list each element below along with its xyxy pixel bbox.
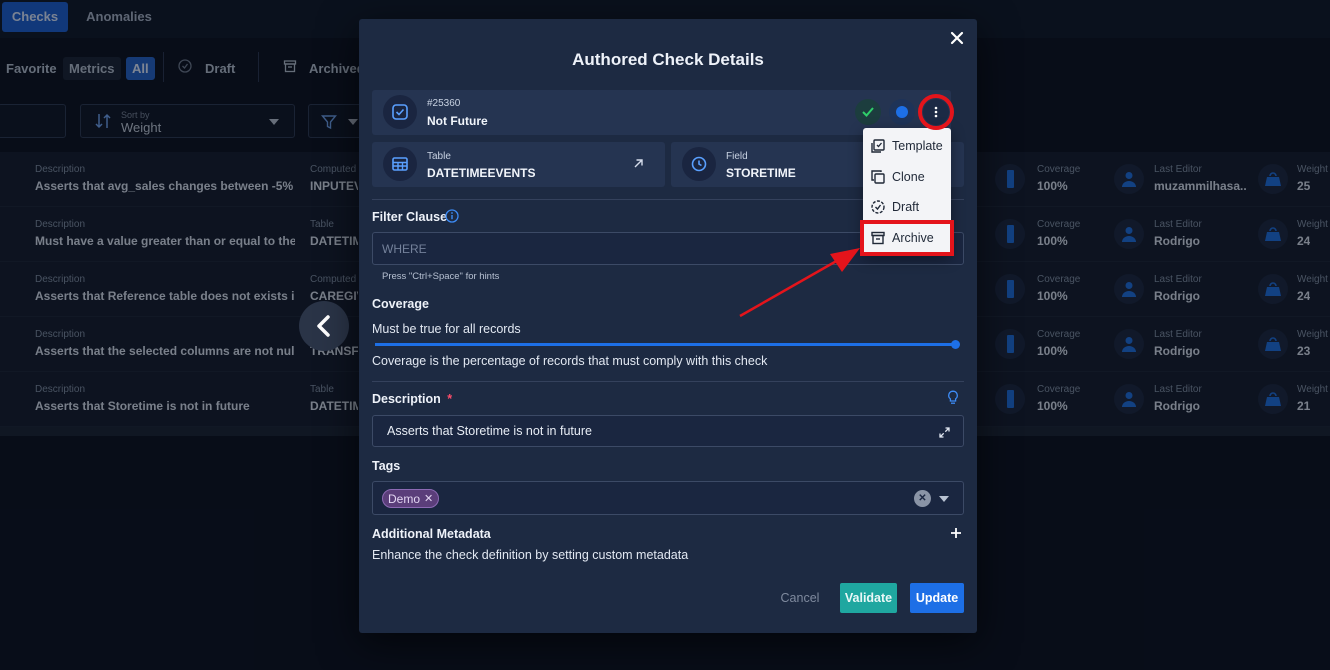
open-link-icon[interactable] <box>633 158 644 169</box>
divider <box>372 381 964 382</box>
metadata-description: Enhance the check definition by setting … <box>372 548 689 562</box>
description-input[interactable]: Asserts that Storetime is not in future <box>372 415 964 447</box>
cancel-button[interactable]: Cancel <box>774 583 826 613</box>
chevron-left-icon <box>317 315 330 337</box>
menu-item-draft[interactable]: Draft <box>863 192 951 222</box>
tags-select[interactable]: Demo ✕ ✕ <box>372 481 964 515</box>
archive-icon <box>871 231 885 245</box>
add-icon[interactable] <box>951 528 961 538</box>
required-mark: * <box>447 392 453 406</box>
check-name: Not Future <box>427 114 488 128</box>
more-options-button[interactable] <box>923 99 949 125</box>
modal-title: Authored Check Details <box>572 50 764 69</box>
menu-item-label: Draft <box>892 200 920 214</box>
close-icon[interactable] <box>950 31 964 45</box>
validate-button[interactable]: Validate <box>840 583 897 613</box>
coverage-slider[interactable] <box>375 340 960 349</box>
check-details-modal: Authored Check Details #25360 Not Future… <box>359 19 977 633</box>
tag-remove-icon[interactable]: ✕ <box>424 492 433 505</box>
back-button[interactable] <box>299 301 349 351</box>
info-icon[interactable] <box>445 209 459 223</box>
metadata-label: Additional Metadata <box>372 527 491 541</box>
filter-clause-label: Filter Clause <box>372 210 448 224</box>
clock-icon <box>682 147 716 181</box>
menu-item-template[interactable]: Template <box>863 131 951 161</box>
check-id: #25360 <box>427 98 461 109</box>
menu-item-label: Archive <box>892 231 934 245</box>
coverage-fill <box>375 343 955 346</box>
check-type-icon <box>383 95 417 129</box>
clear-icon[interactable]: ✕ <box>914 490 931 507</box>
table-card[interactable]: Table DATETIMEEVENTS <box>372 142 665 187</box>
tag-chip[interactable]: Demo ✕ <box>382 489 440 508</box>
validated-status-icon <box>855 99 881 125</box>
menu-item-label: Clone <box>892 170 925 184</box>
coverage-label: Coverage <box>372 297 429 311</box>
field-label: Field <box>726 151 748 162</box>
coverage-description: Coverage is the percentage of records th… <box>372 354 768 368</box>
coverage-rule: Must be true for all records <box>372 322 521 336</box>
menu-item-archive[interactable]: Archive <box>860 220 954 256</box>
filter-placeholder: WHERE <box>382 242 427 256</box>
more-vertical-icon <box>934 106 938 118</box>
description-value: Asserts that Storetime is not in future <box>387 424 592 438</box>
clone-icon <box>871 170 885 184</box>
tags-label: Tags <box>372 459 401 473</box>
table-icon <box>383 147 417 181</box>
tag-chip-label: Demo <box>388 491 421 506</box>
description-label: Description * <box>372 392 452 406</box>
field-value: STORETIME <box>726 166 796 180</box>
menu-item-label: Template <box>892 139 943 153</box>
lightbulb-icon[interactable] <box>947 390 959 405</box>
table-label: Table <box>427 151 451 162</box>
filter-hint: Press "Ctrl+Space" for hints <box>382 271 500 282</box>
table-value: DATETIMEEVENTS <box>427 166 536 180</box>
template-icon <box>871 139 885 153</box>
description-label-text: Description <box>372 392 441 406</box>
chevron-down-icon[interactable] <box>939 496 949 502</box>
coverage-slider-thumb[interactable] <box>951 340 960 349</box>
expand-icon[interactable] <box>939 427 950 438</box>
active-status-icon <box>889 99 915 125</box>
menu-item-clone[interactable]: Clone <box>863 162 951 192</box>
update-button[interactable]: Update <box>910 583 964 613</box>
draft-icon <box>871 200 885 214</box>
more-options-menu: Template Clone Draft Archive <box>860 128 954 256</box>
